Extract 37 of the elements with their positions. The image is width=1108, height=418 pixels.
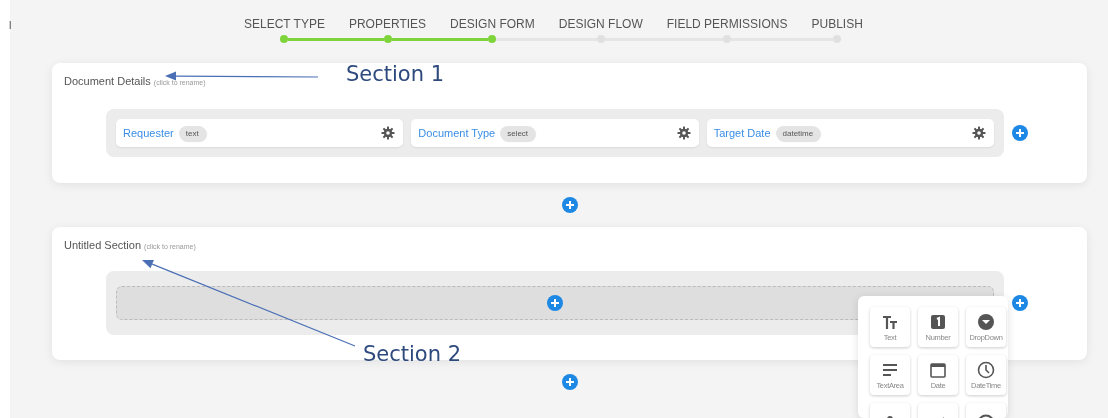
annotation-label: Section 1 [346,62,445,86]
settings-icon [972,126,986,140]
clock-icon [977,360,995,379]
dropdown-icon [977,312,995,331]
add-button[interactable] [547,295,563,311]
type-tag: select [500,125,536,141]
plus-icon [561,374,578,390]
annotation-label: Section 2 [363,342,462,366]
add-button[interactable] [1012,125,1028,141]
number-icon [929,312,947,331]
field-card[interactable]: Document Type select [411,119,699,147]
plus-icon [1012,125,1028,141]
add-button[interactable] [561,374,578,390]
type-tag: text [178,125,206,141]
step-tab[interactable]: FIELD PERMISSIONS [654,17,800,31]
field-name: Requester [123,127,174,139]
step-tab[interactable]: PROPERTIES [336,17,439,31]
section-title[interactable]: Untitled Section [64,239,142,251]
field-card[interactable]: Requester text [116,119,404,147]
field-card[interactable]: Target Date datetime [706,119,994,147]
add-button[interactable] [561,197,578,213]
calendar-icon [929,360,947,379]
settings-icon [381,126,396,140]
field-name: Document Type [418,127,496,139]
section-title[interactable]: Document Details [64,75,151,87]
cut-text: l [9,19,13,31]
step-tab[interactable]: DESIGN FORM [438,17,547,31]
plus-icon [561,197,578,213]
step-tab[interactable]: DESIGN FLOW [546,17,655,31]
add-button[interactable] [1012,295,1028,311]
field-name: Target Date [713,127,771,139]
step-tab[interactable]: PUBLISH [799,17,875,31]
type-tag: datetime [775,125,821,141]
plus-icon [1012,295,1028,311]
step-tab[interactable]: SELECT TYPE [232,17,337,31]
settings-icon [676,126,691,140]
plus-icon [547,295,563,311]
